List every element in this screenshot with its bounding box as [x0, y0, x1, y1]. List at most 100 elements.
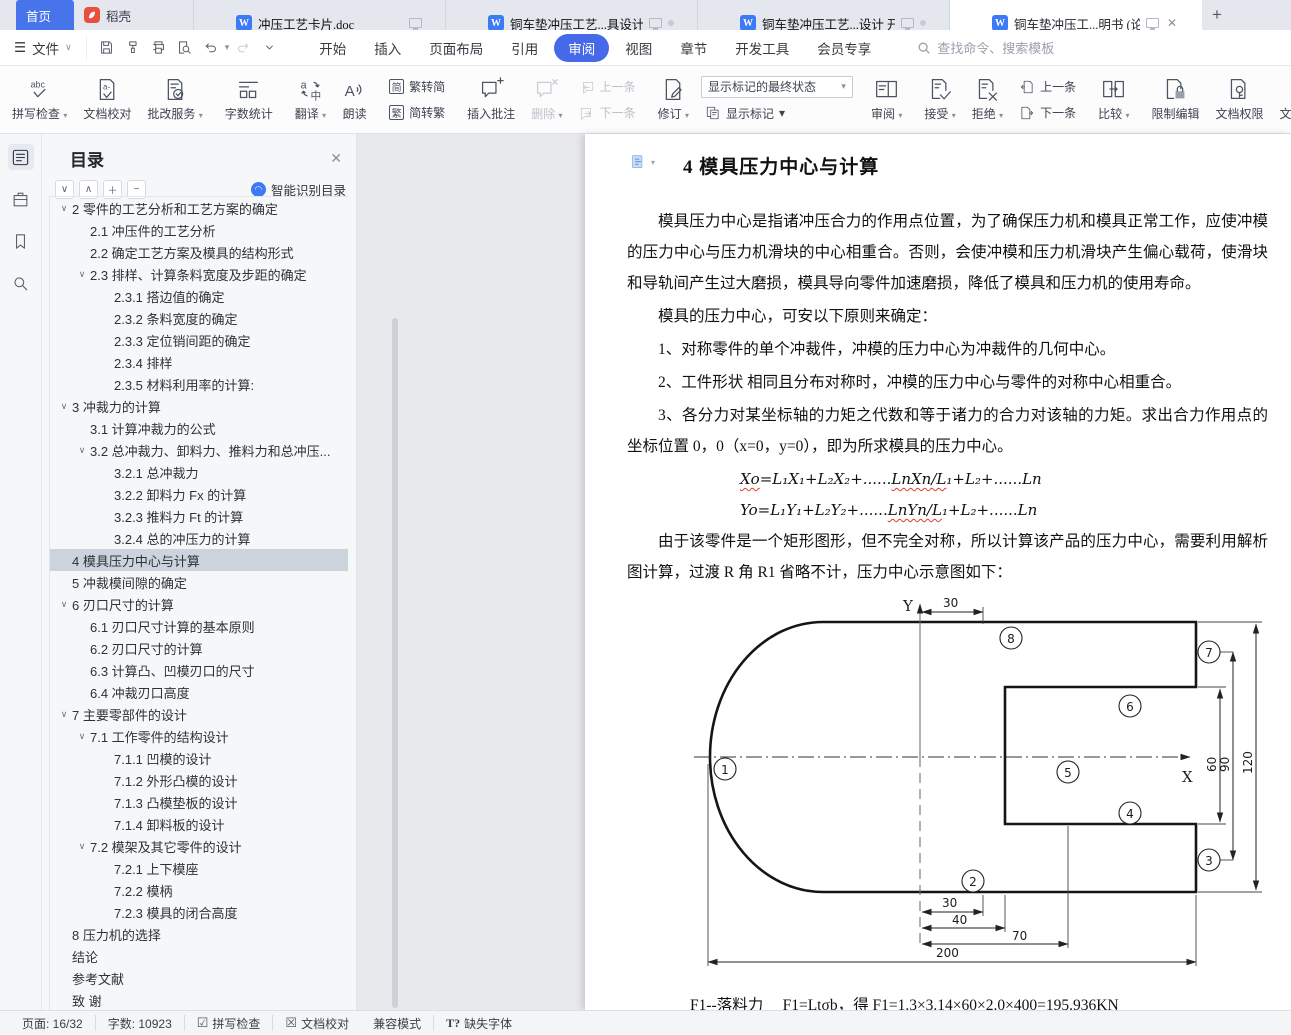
toc-item[interactable]: ∨ 4 模具压力中心与计算: [50, 549, 348, 571]
close-icon[interactable]: ✕: [1165, 16, 1179, 31]
accept-change-button[interactable]: 接受 ▾: [916, 69, 963, 131]
review-pane-button[interactable]: 审阅 ▾: [863, 69, 910, 131]
toc-item[interactable]: ∨ 3.2.1 总冲裁力: [50, 461, 348, 483]
toc-item[interactable]: ∨ 2.3.1 搭边值的确定: [50, 285, 348, 307]
toc-item[interactable]: ∨ 7.2.1 上下模座: [50, 857, 348, 879]
print-preview-button[interactable]: [173, 36, 197, 60]
toc-item[interactable]: ∨ 2.3.3 定位销间距的确定: [50, 329, 348, 351]
reject-change-button[interactable]: 拒绝 ▾: [964, 69, 1011, 131]
compat-mode-indicator[interactable]: 兼容模式: [361, 1015, 433, 1031]
toc-item[interactable]: ∨ 3.2 总冲裁力、卸料力、推料力和总冲压...: [50, 439, 348, 461]
file-menu-button[interactable]: ☰ 文件 ∨: [0, 38, 82, 58]
toc-item[interactable]: ∨ 结论: [50, 945, 348, 967]
page-indicator[interactable]: 页面: 16/32: [10, 1015, 95, 1031]
toc-item[interactable]: ∨ 2.3 排样、计算条料宽度及步距的确定: [50, 263, 348, 285]
document-content[interactable]: ▾ 4 模具压力中心与计算 模具压力中心是指诸冲压合力的作用点位置，为了确保压力…: [585, 134, 1291, 1010]
toc-panel-icon[interactable]: [7, 144, 34, 170]
next-change-button[interactable]: 下一条: [1015, 102, 1080, 123]
simplified-to-traditional-button[interactable]: 繁 简转繁: [385, 102, 449, 123]
track-changes-button[interactable]: 修订 ▾: [650, 69, 697, 131]
tab-home[interactable]: 首页: [16, 0, 74, 30]
insert-comment-button[interactable]: 插入批注: [459, 69, 523, 131]
toc-item[interactable]: ∨ 6.4 冲裁刃口高度: [50, 681, 348, 703]
menu-member[interactable]: 会员专享: [805, 34, 883, 62]
word-count-button[interactable]: 字数统计: [217, 69, 281, 131]
toc-item[interactable]: ∨ 7.1.4 卸料板的设计: [50, 813, 348, 835]
toc-item[interactable]: ∨ 7.2.2 模柄: [50, 879, 348, 901]
toc-item[interactable]: ∨ 7.1 工作零件的结构设计: [50, 725, 348, 747]
tab-document-active[interactable]: W 铜车垫冲压工...明书 (论文) ✕: [950, 0, 1202, 30]
toc-item[interactable]: ∨ 7.1.3 凸模垫板的设计: [50, 791, 348, 813]
toc-item[interactable]: ∨ 6.3 计算凸、凹模刃口的尺寸: [50, 659, 348, 681]
doc-certification-button[interactable]: 文档认证: [1272, 69, 1291, 131]
menu-review[interactable]: 审阅: [554, 33, 610, 62]
menu-insert[interactable]: 插入: [362, 34, 413, 62]
caret-icon[interactable]: ∨: [56, 401, 72, 412]
caret-icon[interactable]: ∨: [74, 841, 90, 852]
undo-dropdown-icon[interactable]: ▾: [225, 42, 230, 53]
toc-item[interactable]: ∨ 7.1.2 外形凸模的设计: [50, 769, 348, 791]
caret-icon[interactable]: ∨: [56, 599, 72, 610]
new-tab-button[interactable]: +: [1202, 0, 1232, 30]
format-painter-button[interactable]: [121, 36, 145, 60]
toc-item[interactable]: ∨ 2.3.5 材料利用率的计算:: [50, 373, 348, 395]
toc-item[interactable]: ∨ 8 压力机的选择: [50, 923, 348, 945]
toc-item[interactable]: ∨ 3 冲裁力的计算: [50, 395, 348, 417]
toc-item[interactable]: ∨ 3.2.3 推料力 Ft 的计算: [50, 505, 348, 527]
toolbar-more-button[interactable]: [257, 36, 281, 60]
find-icon[interactable]: [8, 270, 34, 296]
command-search[interactable]: 查找命令、搜索模板: [917, 38, 1054, 57]
toc-item[interactable]: ∨ 3.2.4 总的冲压力的计算: [50, 527, 348, 549]
menu-page-layout[interactable]: 页面布局: [417, 34, 495, 62]
toc-item[interactable]: ∨ 2.3.2 条料宽度的确定: [50, 307, 348, 329]
toc-item[interactable]: ∨ 7.2 模架及其它零件的设计: [50, 835, 348, 857]
toc-scrollbar[interactable]: [392, 318, 398, 1008]
tab-document-3[interactable]: W 铜车垫冲压工艺...设计 开题报告: [698, 0, 950, 30]
toc-item[interactable]: ∨ 参考文献: [50, 967, 348, 989]
print-button[interactable]: [147, 36, 171, 60]
menu-start[interactable]: 开始: [307, 34, 358, 62]
caret-icon[interactable]: ∨: [74, 445, 90, 456]
toc-item[interactable]: ∨ 6.2 刃口尺寸的计算: [50, 637, 348, 659]
traditional-to-simplified-button[interactable]: 简 繁转简: [385, 76, 449, 97]
toc-item[interactable]: ∨ 2.2 确定工艺方案及模具的结构形式: [50, 241, 348, 263]
correction-service-button[interactable]: 批改服务 ▾: [139, 69, 210, 131]
bookmark-icon[interactable]: [8, 228, 34, 254]
tab-docer[interactable]: 稻壳: [74, 0, 194, 30]
missing-font-indicator[interactable]: T? 缺失字体: [433, 1015, 524, 1031]
toc-item[interactable]: ∨ 3.2.2 卸料力 Fx 的计算: [50, 483, 348, 505]
next-comment-button[interactable]: 下一条: [575, 102, 640, 123]
read-aloud-button[interactable]: A 朗读: [334, 69, 375, 131]
toc-item[interactable]: ∨ 2.1 冲压件的工艺分析: [50, 219, 348, 241]
save-button[interactable]: [95, 36, 119, 60]
undo-button[interactable]: [199, 36, 223, 60]
markup-state-dropdown[interactable]: 显示标记的最终状态 ▾: [700, 75, 853, 98]
menu-section[interactable]: 章节: [668, 34, 719, 62]
close-icon[interactable]: ✕: [330, 150, 342, 167]
doc-proof-button[interactable]: a- 文档校对: [75, 69, 139, 131]
caret-icon[interactable]: ∨: [56, 709, 72, 720]
previous-comment-button[interactable]: 上一条: [575, 76, 640, 97]
redo-button[interactable]: [231, 36, 255, 60]
toc-item[interactable]: ∨ 3.1 计算冲裁力的公式: [50, 417, 348, 439]
word-count-indicator[interactable]: 字数: 10923: [94, 1015, 184, 1031]
toc-item[interactable]: ∨ 6.1 刃口尺寸计算的基本原则: [50, 615, 348, 637]
caret-icon[interactable]: ∨: [74, 731, 90, 742]
task-pane-icon[interactable]: [8, 186, 34, 212]
heading-collapse-control[interactable]: ▾: [630, 154, 655, 171]
spell-check-status[interactable]: ☑ 拼写检查: [183, 1015, 273, 1031]
doc-proof-status[interactable]: ☒ 文档校对: [272, 1015, 361, 1031]
toc-item[interactable]: ∨ 7 主要零部件的设计: [50, 703, 348, 725]
menu-references[interactable]: 引用: [499, 34, 550, 62]
caret-icon[interactable]: ∨: [74, 269, 90, 280]
toc-item[interactable]: ∨ 5 冲裁模间隙的确定: [50, 571, 348, 593]
toc-item[interactable]: ∨ 7.1.1 凹模的设计: [50, 747, 348, 769]
spell-check-button[interactable]: abc 拼写检查 ▾: [4, 69, 75, 131]
toc-item[interactable]: ∨ 2.3.4 排样: [50, 351, 348, 373]
tab-document-1[interactable]: W 冲压工艺卡片.doc: [194, 0, 446, 30]
doc-permission-button[interactable]: 文档权限: [1207, 69, 1271, 131]
delete-comment-button[interactable]: 删除 ▾: [523, 69, 570, 131]
show-markup-button[interactable]: 显示标记 ▾: [701, 103, 853, 124]
translate-button[interactable]: a中 翻译 ▾: [287, 69, 334, 131]
menu-view[interactable]: 视图: [613, 34, 664, 62]
